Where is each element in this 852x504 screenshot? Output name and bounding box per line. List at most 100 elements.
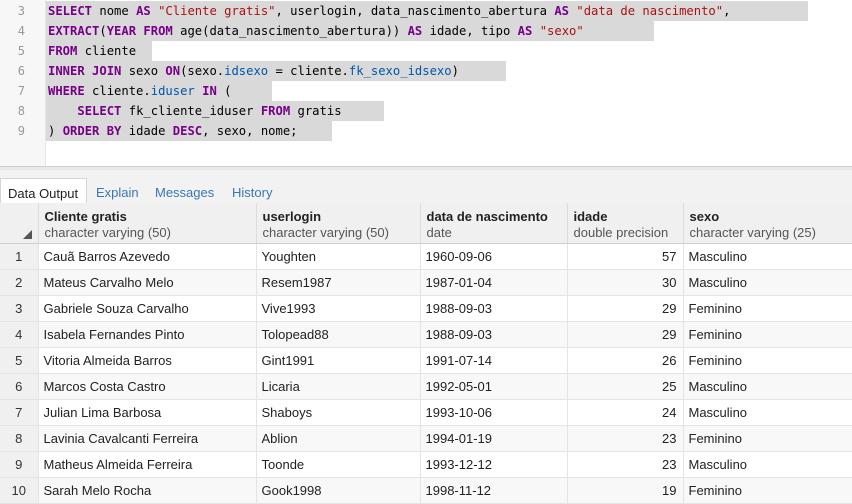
code-line: SELECT nome AS "Cliente gratis", userlog… <box>48 1 730 21</box>
corner-triangle-icon <box>22 230 32 239</box>
cell-data-nascimento[interactable]: 1987-01-04 <box>420 269 568 296</box>
cell-idade[interactable]: 25 <box>567 373 684 400</box>
cell-cliente-gratis[interactable]: Sarah Melo Rocha <box>38 477 257 504</box>
table-row[interactable]: 10 Sarah Melo Rocha Gook1998 1998-11-12 19 Fe… <box>0 477 852 504</box>
cell-userlogin[interactable]: Toonde <box>256 451 421 478</box>
cell-data-nascimento[interactable]: 1994-01-19 <box>420 425 568 452</box>
cell-idade[interactable]: 23 <box>567 425 684 452</box>
cell-userlogin[interactable]: Resem1987 <box>256 269 421 296</box>
column-header[interactable]: Cliente gratis character varying (50) <box>38 203 257 244</box>
cell-data-nascimento[interactable]: 1998-11-12 <box>420 477 568 504</box>
column-header[interactable]: data de nascimento date <box>420 203 568 244</box>
cell-idade[interactable]: 29 <box>567 295 684 322</box>
table-row[interactable]: 5 Vitoria Almeida Barros Gint1991 1991-07-1… <box>0 347 852 374</box>
table-row[interactable]: 8 Lavinia Cavalcanti Ferreira Ablion 1994-0… <box>0 425 852 452</box>
cell-sexo[interactable]: Masculino <box>683 399 852 426</box>
row-number[interactable]: 4 <box>0 321 39 348</box>
cell-idade[interactable]: 26 <box>567 347 684 374</box>
header-row: Cliente gratis character varying (50) use… <box>0 203 852 244</box>
cell-data-nascimento[interactable]: 1988-09-03 <box>420 295 568 322</box>
row-number[interactable]: 1 <box>0 243 39 270</box>
cell-data-nascimento[interactable]: 1960-09-06 <box>420 243 568 270</box>
cell-userlogin[interactable]: Gint1991 <box>256 347 421 374</box>
column-header[interactable]: idade double precision <box>567 203 684 244</box>
cell-sexo[interactable]: Feminino <box>683 295 852 322</box>
table-row[interactable]: 2 Mateus Carvalho Melo Resem1987 1987-01-04… <box>0 269 852 296</box>
tab-messages[interactable]: Messages <box>148 178 221 203</box>
cell-sexo[interactable]: Feminino <box>683 321 852 348</box>
cell-cliente-gratis[interactable]: Cauã Barros Azevedo <box>38 243 257 270</box>
table-row[interactable]: 9 Matheus Almeida Ferreira Toonde 1993-12-1… <box>0 451 852 478</box>
cell-userlogin[interactable]: Shaboys <box>256 399 421 426</box>
cell-cliente-gratis[interactable]: Lavinia Cavalcanti Ferreira <box>38 425 257 452</box>
column-type: double precision <box>573 225 669 240</box>
code-text: sexo <box>121 64 166 78</box>
code-text: ) <box>451 64 459 78</box>
table-row[interactable]: 7 Julian Lima Barbosa Shaboys 1993-10-06 24 M… <box>0 399 852 426</box>
cell-idade[interactable]: 23 <box>567 451 684 478</box>
table-row[interactable]: 6 Marcos Costa Castro Licaria 1992-05-01 25 M… <box>0 373 852 400</box>
sql-editor[interactable]: 3 4 5 6 7 8 9 SELECT nome AS "Cliente gr… <box>0 0 852 166</box>
cell-sexo[interactable]: Masculino <box>683 243 852 270</box>
column-header[interactable]: userlogin character varying (50) <box>256 203 421 244</box>
tab-history[interactable]: History <box>225 178 279 203</box>
cell-idade[interactable]: 24 <box>567 399 684 426</box>
row-number[interactable]: 6 <box>0 373 39 400</box>
row-number[interactable]: 5 <box>0 347 39 374</box>
cell-sexo[interactable]: Feminino <box>683 477 852 504</box>
cell-data-nascimento[interactable]: 1991-07-14 <box>420 347 568 374</box>
results-tab-bar: Data Output Explain Messages History <box>0 170 852 203</box>
code-text: (sexo. <box>180 64 225 78</box>
keyword: ON <box>165 64 181 78</box>
tab-data-output[interactable]: Data Output <box>0 178 87 203</box>
cell-cliente-gratis[interactable]: Matheus Almeida Ferreira <box>38 451 257 478</box>
cell-idade[interactable]: 30 <box>567 269 684 296</box>
row-number[interactable]: 9 <box>0 451 39 478</box>
cell-cliente-gratis[interactable]: Marcos Costa Castro <box>38 373 257 400</box>
cell-userlogin[interactable]: Tolopead88 <box>256 321 421 348</box>
string-literal: "sexo" <box>539 24 584 38</box>
cell-idade[interactable]: 57 <box>567 243 684 270</box>
cell-userlogin[interactable]: Licaria <box>256 373 421 400</box>
cell-sexo[interactable]: Masculino <box>683 269 852 296</box>
cell-userlogin[interactable]: Vive1993 <box>256 295 421 322</box>
cell-idade[interactable]: 19 <box>567 477 684 504</box>
cell-sexo[interactable]: Feminino <box>683 347 852 374</box>
cell-userlogin[interactable]: Gook1998 <box>256 477 421 504</box>
keyword: AS <box>136 4 151 18</box>
table-row[interactable]: 4 Isabela Fernandes Pinto Tolopead88 1988-0… <box>0 321 852 348</box>
tab-explain[interactable]: Explain <box>89 178 146 203</box>
cell-cliente-gratis[interactable]: Mateus Carvalho Melo <box>38 269 257 296</box>
row-number[interactable]: 10 <box>0 477 39 504</box>
cell-sexo[interactable]: Masculino <box>683 451 852 478</box>
cell-sexo[interactable]: Feminino <box>683 425 852 452</box>
code-text: idade, tipo <box>422 24 518 38</box>
table-row[interactable]: 3 Gabriele Souza Carvalho Vive1993 1988-09-… <box>0 295 852 322</box>
cell-data-nascimento[interactable]: 1993-12-12 <box>420 451 568 478</box>
cell-cliente-gratis[interactable]: Julian Lima Barbosa <box>38 399 257 426</box>
column-header[interactable]: sexo character varying (25) <box>683 203 852 244</box>
table-row[interactable]: 1 Cauã Barros Azevedo Youghten 1960-09-06 57… <box>0 243 852 270</box>
cell-sexo[interactable]: Masculino <box>683 373 852 400</box>
row-number[interactable]: 8 <box>0 425 39 452</box>
grid-body: 1 Cauã Barros Azevedo Youghten 1960-09-06 57… <box>0 243 852 504</box>
cell-data-nascimento[interactable]: 1993-10-06 <box>420 399 568 426</box>
code-text: cliente. <box>84 84 151 98</box>
cell-cliente-gratis[interactable]: Isabela Fernandes Pinto <box>38 321 257 348</box>
cell-cliente-gratis[interactable]: Vitoria Almeida Barros <box>38 347 257 374</box>
cell-data-nascimento[interactable]: 1988-09-03 <box>420 321 568 348</box>
row-number[interactable]: 2 <box>0 269 39 296</box>
cell-userlogin[interactable]: Youghten <box>256 243 421 270</box>
code-line: FROM cliente <box>48 41 136 61</box>
code-text: idade <box>121 124 173 138</box>
row-number[interactable]: 7 <box>0 399 39 426</box>
cell-data-nascimento[interactable]: 1992-05-01 <box>420 373 568 400</box>
column-name: idade <box>573 209 608 224</box>
row-number[interactable]: 3 <box>0 295 39 322</box>
cell-cliente-gratis[interactable]: Gabriele Souza Carvalho <box>38 295 257 322</box>
cell-userlogin[interactable]: Ablion <box>256 425 421 452</box>
cell-idade[interactable]: 29 <box>567 321 684 348</box>
select-all-corner[interactable] <box>0 203 39 244</box>
